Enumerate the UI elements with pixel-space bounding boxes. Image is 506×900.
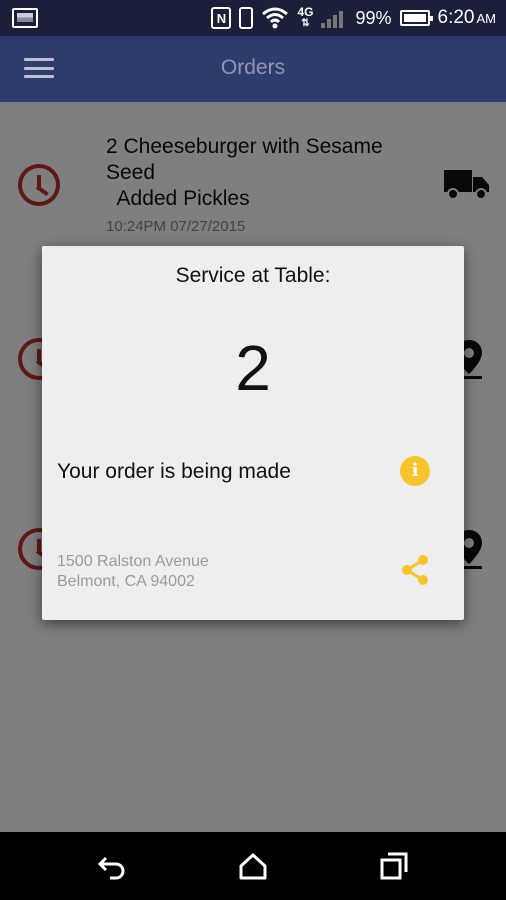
order-status-text: Your order is being made bbox=[57, 460, 291, 483]
page-title: Orders bbox=[220, 56, 286, 79]
time-ampm: AM bbox=[476, 11, 497, 26]
home-icon[interactable] bbox=[237, 850, 269, 882]
restaurant-address: 1500 Ralston Avenue Belmont, CA 94002 bbox=[57, 552, 209, 592]
4g-icon: 4G ⇅ bbox=[297, 5, 314, 29]
address-line1: 1500 Ralston Avenue bbox=[57, 553, 209, 570]
address-line2: Belmont, CA 94002 bbox=[57, 573, 195, 590]
wifi-icon bbox=[261, 6, 289, 30]
nfc-icon: N bbox=[211, 7, 232, 29]
status-icons: N 4G ⇅ 99% 6:20 AM bbox=[211, 0, 496, 36]
network-label: 4G bbox=[297, 5, 314, 19]
table-number: 2 bbox=[235, 332, 271, 404]
signal-icon bbox=[321, 8, 347, 28]
status-bar: N 4G ⇅ 99% 6:20 AM bbox=[0, 0, 506, 36]
battery-percent: 99% bbox=[355, 7, 392, 28]
back-icon[interactable] bbox=[96, 850, 128, 882]
dialog-title: Service at Table: bbox=[175, 264, 331, 287]
vibrate-icon bbox=[239, 7, 254, 29]
recent-apps-icon[interactable] bbox=[378, 850, 410, 882]
share-icon[interactable] bbox=[400, 554, 430, 586]
battery-icon bbox=[399, 10, 433, 26]
gallery-icon bbox=[12, 8, 38, 28]
app-bar: Orders bbox=[0, 36, 506, 102]
navigation-bar bbox=[0, 832, 506, 900]
info-icon[interactable]: i bbox=[400, 456, 430, 486]
time-value: 6:20 bbox=[437, 7, 475, 28]
clock-time: 6:20 AM bbox=[438, 7, 496, 29]
service-dialog: Service at Table: 2 Your order is being … bbox=[42, 246, 464, 620]
